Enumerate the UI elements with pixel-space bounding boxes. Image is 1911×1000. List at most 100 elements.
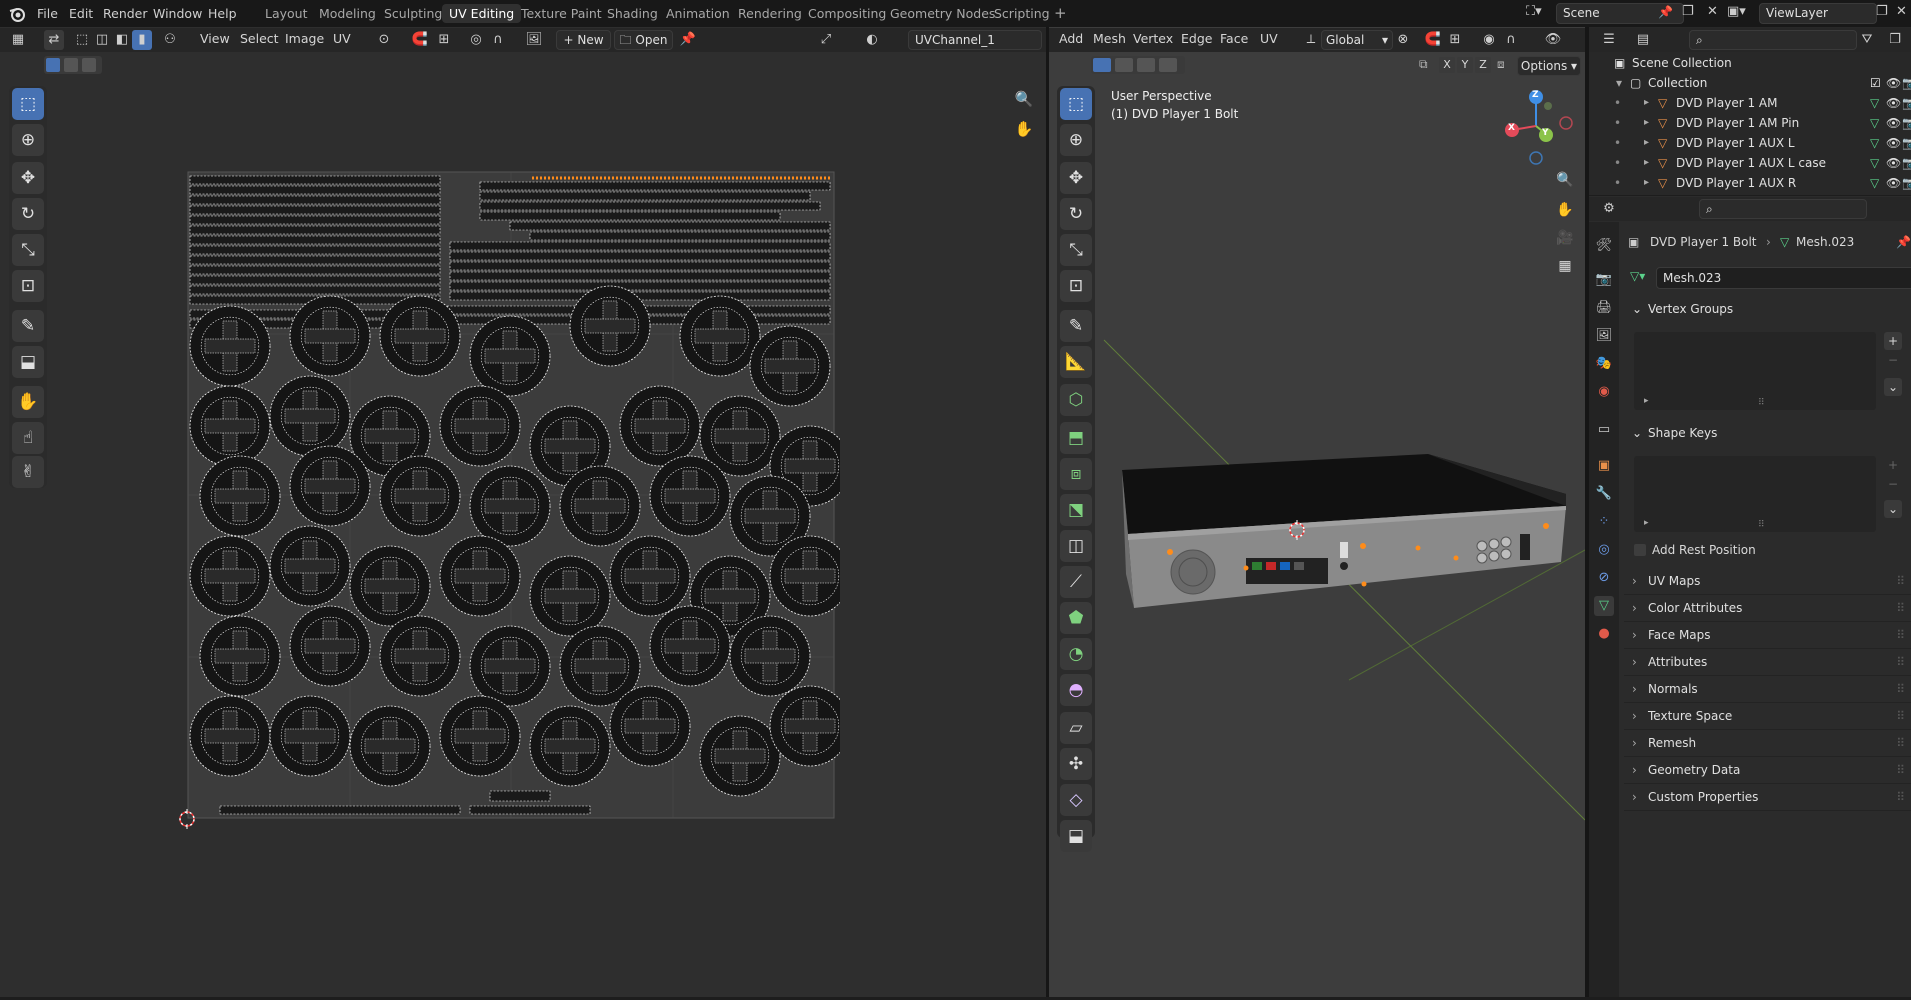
vertex-group-menu-button[interactable]: ⌄ bbox=[1884, 378, 1902, 396]
select-extend-icon[interactable] bbox=[64, 58, 78, 72]
snap-target-icon[interactable]: ⊞ bbox=[434, 30, 454, 50]
drag-handle-icon[interactable]: ⠿ bbox=[1896, 704, 1905, 729]
tab-modeling[interactable]: Modeling bbox=[312, 4, 383, 23]
modifier-tab-icon[interactable]: 🔧 bbox=[1594, 484, 1614, 504]
menu-image[interactable]: Image bbox=[285, 28, 324, 50]
pin-image-icon[interactable]: 📌 bbox=[678, 30, 698, 50]
grab-tool-icon[interactable]: ✋ bbox=[12, 386, 44, 418]
face-select-icon[interactable]: ◧ bbox=[112, 30, 132, 50]
tab-shading[interactable]: Shading bbox=[600, 4, 665, 23]
pan-hand-icon[interactable]: ✋ bbox=[1013, 120, 1035, 142]
drag-handle-icon[interactable]: ⠿ bbox=[1896, 785, 1905, 810]
collection-row[interactable]: ▾ ▢ Collection ☑ 👁 📷 bbox=[1614, 73, 1911, 93]
delete-view-layer-icon[interactable]: ✕ bbox=[1896, 4, 1907, 19]
extrude-tool-icon[interactable]: ⬒ bbox=[1060, 422, 1092, 454]
remove-shape-key-button[interactable]: − bbox=[1884, 476, 1902, 492]
delete-scene-icon[interactable]: ✕ bbox=[1707, 4, 1718, 19]
edge-mode-icon[interactable] bbox=[1115, 58, 1133, 72]
selectable-dot-icon[interactable]: • bbox=[1614, 153, 1621, 173]
rip-tool-icon[interactable]: ⬓ bbox=[12, 346, 44, 378]
sync-selection-icon[interactable]: ⇄ bbox=[44, 30, 64, 50]
x-ray-mode-icon[interactable] bbox=[1159, 58, 1177, 72]
collapsed-panel[interactable]: › Custom Properties ⠿ bbox=[1624, 785, 1911, 811]
mesh-browse-icon[interactable]: ▽▾ bbox=[1630, 269, 1645, 283]
world-tab-icon[interactable]: ◉ bbox=[1594, 382, 1614, 402]
visibility-eye-icon[interactable]: 👁 bbox=[1886, 153, 1901, 173]
island-select-icon[interactable]: ▮ bbox=[132, 30, 152, 50]
selectable-dot-icon[interactable]: • bbox=[1614, 173, 1621, 193]
properties-search[interactable]: ⌕ bbox=[1699, 199, 1867, 219]
mirror-y-toggle[interactable]: Y bbox=[1457, 57, 1473, 73]
tab-layout[interactable]: Layout bbox=[258, 4, 315, 23]
mesh-data-icon[interactable]: ▽ bbox=[1870, 93, 1879, 113]
spin-tool-icon[interactable]: ◔ bbox=[1060, 638, 1092, 670]
outliner-editor-type-icon[interactable]: ☰ bbox=[1599, 30, 1619, 50]
3d-cursor-icon[interactable] bbox=[1287, 520, 1307, 540]
add-shape-key-button[interactable]: + bbox=[1884, 456, 1902, 474]
snap-icon[interactable]: 🧲 bbox=[410, 30, 430, 50]
visibility-icon[interactable]: 👁 bbox=[1543, 30, 1563, 50]
image-browse-icon[interactable]: 🖼 bbox=[524, 30, 544, 50]
collapsed-panel[interactable]: › Remesh ⠿ bbox=[1624, 731, 1911, 757]
menu-render[interactable]: Render bbox=[103, 6, 148, 21]
expand-arrow-icon[interactable]: ▸ bbox=[1644, 173, 1649, 193]
menu-file[interactable]: File bbox=[37, 6, 58, 21]
shape-key-menu-button[interactable]: ⌄ bbox=[1884, 500, 1902, 518]
new-scene-icon[interactable]: ❐ bbox=[1682, 4, 1694, 19]
vp-zoom-icon[interactable]: 🔍 bbox=[1554, 172, 1576, 194]
menu-mesh[interactable]: Mesh bbox=[1093, 28, 1126, 50]
tool-tab-icon[interactable]: 🛠 bbox=[1594, 236, 1614, 256]
snap-element-icon[interactable]: ⊞ bbox=[1445, 30, 1465, 50]
selectable-dot-icon[interactable]: • bbox=[1614, 133, 1621, 153]
expand-arrow-icon[interactable]: ▸ bbox=[1644, 93, 1649, 113]
breadcrumb-object[interactable]: DVD Player 1 Bolt bbox=[1650, 232, 1757, 252]
object-tab-icon[interactable]: ▣ bbox=[1594, 456, 1614, 476]
pin-properties-icon[interactable]: 📌 bbox=[1896, 232, 1911, 252]
breadcrumb-mesh[interactable]: Mesh.023 bbox=[1796, 232, 1854, 252]
proportional-icon[interactable]: ◉ bbox=[1479, 30, 1499, 50]
tab-texture-paint[interactable]: Texture Paint bbox=[514, 4, 609, 23]
transform-tool-icon[interactable]: ⊡ bbox=[12, 270, 44, 302]
add-vertex-group-button[interactable]: + bbox=[1884, 332, 1902, 350]
collapsed-panel[interactable]: › Face Maps ⠿ bbox=[1624, 623, 1911, 649]
tab-rendering[interactable]: Rendering bbox=[731, 4, 809, 23]
rip-region-tool-icon[interactable]: ⬓ bbox=[1060, 820, 1092, 852]
zoom-icon[interactable]: 🔍 bbox=[1013, 90, 1035, 112]
render-camera-icon[interactable]: 📷 bbox=[1902, 73, 1911, 93]
cursor-tool-icon[interactable]: ⊕ bbox=[12, 124, 44, 156]
menu-help[interactable]: Help bbox=[208, 6, 237, 21]
drag-handle-icon[interactable]: ⠿ bbox=[1896, 650, 1905, 675]
poly-build-tool-icon[interactable]: ⬟ bbox=[1060, 602, 1092, 634]
drag-handle-icon[interactable]: ⠿ bbox=[1896, 758, 1905, 783]
pinch-tool-icon[interactable]: ✌ bbox=[12, 456, 44, 488]
menu-select[interactable]: Select bbox=[240, 28, 279, 50]
collection-tab-icon[interactable]: ▭ bbox=[1594, 420, 1614, 440]
pivot-point-icon[interactable]: ⊗ bbox=[1393, 30, 1413, 50]
vertex-groups-list[interactable]: ▸ ⠿ bbox=[1634, 332, 1876, 410]
2d-cursor-icon[interactable] bbox=[177, 809, 197, 829]
expand-arrow-icon[interactable]: ▸ bbox=[1644, 153, 1649, 173]
shape-keys-panel[interactable]: ⌄ Shape Keys bbox=[1624, 421, 1911, 446]
collapsed-panel[interactable]: › Texture Space ⠿ bbox=[1624, 704, 1911, 730]
menu-face[interactable]: Face bbox=[1220, 28, 1248, 50]
visibility-eye-icon[interactable]: 👁 bbox=[1886, 173, 1901, 193]
scene-icon[interactable]: ⛶▾ bbox=[1526, 4, 1552, 23]
mesh-data-icon[interactable]: ▽ bbox=[1870, 113, 1879, 133]
editor-type-icon[interactable]: ▦ bbox=[8, 30, 28, 50]
relax-tool-icon[interactable]: ☝ bbox=[12, 422, 44, 454]
scene-tab-icon[interactable]: 🎭 bbox=[1594, 354, 1614, 374]
physics-tab-icon[interactable]: ◎ bbox=[1594, 540, 1614, 560]
navigation-gizmo[interactable]: Z X Y bbox=[1494, 86, 1574, 166]
visibility-eye-icon[interactable]: 👁 bbox=[1886, 133, 1901, 153]
drag-handle-icon[interactable]: ⠿ bbox=[1896, 596, 1905, 621]
tab-animation[interactable]: Animation bbox=[659, 4, 737, 23]
tab-compositing[interactable]: Compositing bbox=[801, 4, 893, 23]
render-tab-icon[interactable]: 📷 bbox=[1594, 270, 1614, 290]
view-layer-tab-icon[interactable]: 🖼 bbox=[1594, 326, 1614, 346]
mesh-data-icon[interactable]: ▽ bbox=[1870, 153, 1879, 173]
mesh-name-field[interactable]: Mesh.023 bbox=[1656, 267, 1911, 289]
outliner-item[interactable]: • ▸ ▽ DVD Player 1 AUX L case ▽ 👁 📷 bbox=[1614, 153, 1911, 173]
new-image-button[interactable]: + New bbox=[556, 30, 611, 50]
uv-map-selector[interactable]: UVChannel_1 bbox=[908, 30, 1042, 50]
move-tool-icon[interactable]: ✥ bbox=[12, 162, 44, 194]
